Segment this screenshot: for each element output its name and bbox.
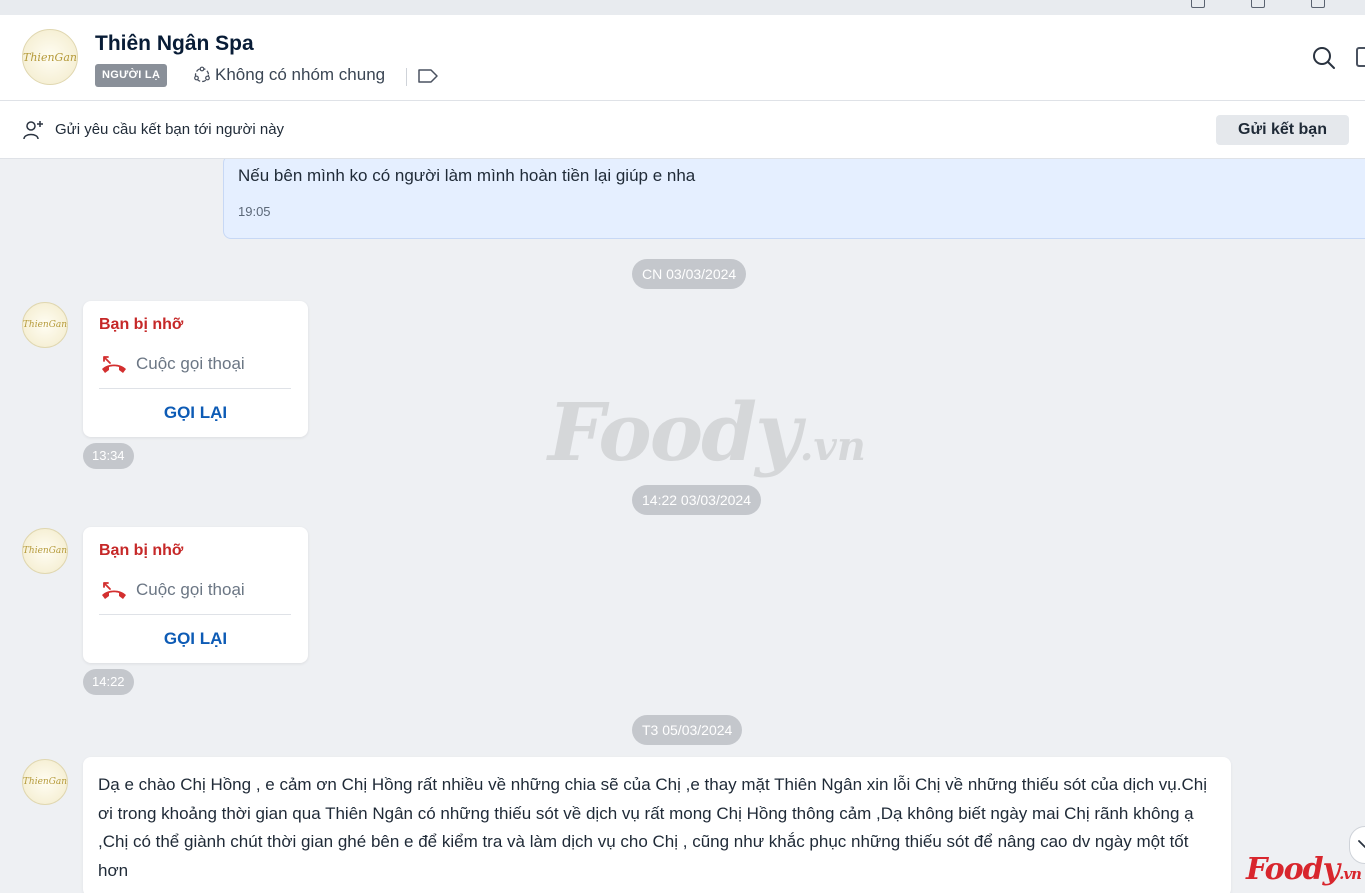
message-text: Dạ e chào Chị Hồng , e cảm ơn Chị Hồng r…	[98, 775, 1207, 880]
missed-call-status: Bạn bị nhỡ	[99, 542, 184, 559]
chevron-down-icon	[1358, 840, 1365, 848]
chat-header: ThienGan Thiên Ngân Spa NGƯỜI LẠ Không c…	[0, 15, 1365, 101]
common-groups-label: Không có nhóm chung	[215, 65, 386, 84]
friend-request-text: Gửi yêu cầu kết bạn tới người này	[55, 121, 285, 138]
missed-call-icon	[102, 356, 126, 373]
group-icon	[194, 66, 210, 83]
minimize-icon[interactable]	[1251, 0, 1265, 8]
header-divider	[406, 68, 407, 86]
avatar[interactable]: ThienGan	[22, 528, 68, 574]
date-separator: CN 03/03/2024	[632, 259, 747, 289]
card-divider	[99, 388, 291, 389]
info-icon[interactable]	[1191, 0, 1205, 8]
call-type: Cuộc gọi thoại	[136, 354, 245, 373]
message-time: 19:05	[238, 204, 271, 219]
avatar-logo: ThienGan	[22, 320, 68, 330]
missed-call-icon	[102, 582, 126, 599]
brand-suffix: .vn	[1339, 865, 1362, 883]
avatar[interactable]: ThienGan	[22, 302, 68, 348]
call-back-button[interactable]: GỌI LẠI	[83, 629, 308, 649]
card-divider	[99, 614, 291, 615]
copy-icon[interactable]	[1311, 0, 1325, 8]
avatar-logo: ThienGan	[22, 546, 68, 556]
call-type: Cuộc gọi thoại	[136, 580, 245, 599]
message-time-badge: 13:34	[83, 443, 134, 469]
brand-main: Foody	[1246, 852, 1340, 887]
common-groups[interactable]: Không có nhóm chung	[193, 65, 385, 85]
missed-call-card: Bạn bị nhỡ Cuộc gọi thoại GỌI LẠI	[83, 301, 308, 437]
date-separator: T3 05/03/2024	[632, 715, 743, 745]
missed-call-status: Bạn bị nhỡ	[99, 316, 184, 333]
missed-call-card: Bạn bị nhỡ Cuộc gọi thoại GỌI LẠI	[83, 527, 308, 663]
call-back-button[interactable]: GỌI LẠI	[83, 403, 308, 423]
avatar-logo: ThienGan	[23, 50, 77, 64]
search-icon[interactable]	[1311, 45, 1337, 71]
tag-icon[interactable]	[417, 68, 439, 84]
friend-request-bar: Gửi yêu cầu kết bạn tới người này Gửi kế…	[0, 101, 1365, 159]
contact-name[interactable]: Thiên Ngân Spa	[95, 32, 254, 56]
window-top-strip	[0, 0, 1365, 15]
sidebar-toggle-icon[interactable]	[1356, 47, 1365, 67]
avatar-logo: ThienGan	[22, 777, 68, 787]
stranger-badge: NGƯỜI LẠ	[95, 64, 168, 87]
brand-logo: Foody.vn	[1246, 852, 1362, 887]
chat-area[interactable]: Nếu bên mình ko có người làm mình hoàn t…	[0, 159, 1365, 893]
avatar[interactable]: ThienGan	[22, 759, 68, 805]
date-separator: 14:22 03/03/2024	[632, 485, 761, 515]
avatar[interactable]: ThienGan	[22, 29, 78, 85]
received-message-bubble[interactable]: Dạ e chào Chị Hồng , e cảm ơn Chị Hồng r…	[83, 757, 1231, 893]
add-friend-icon	[23, 121, 43, 140]
send-friend-request-button[interactable]: Gửi kết bạn	[1216, 115, 1349, 145]
message-time-badge: 14:22	[83, 669, 134, 695]
my-message-bubble[interactable]: Nếu bên mình ko có người làm mình hoàn t…	[223, 159, 1365, 239]
message-text: Nếu bên mình ko có người làm mình hoàn t…	[238, 166, 696, 185]
